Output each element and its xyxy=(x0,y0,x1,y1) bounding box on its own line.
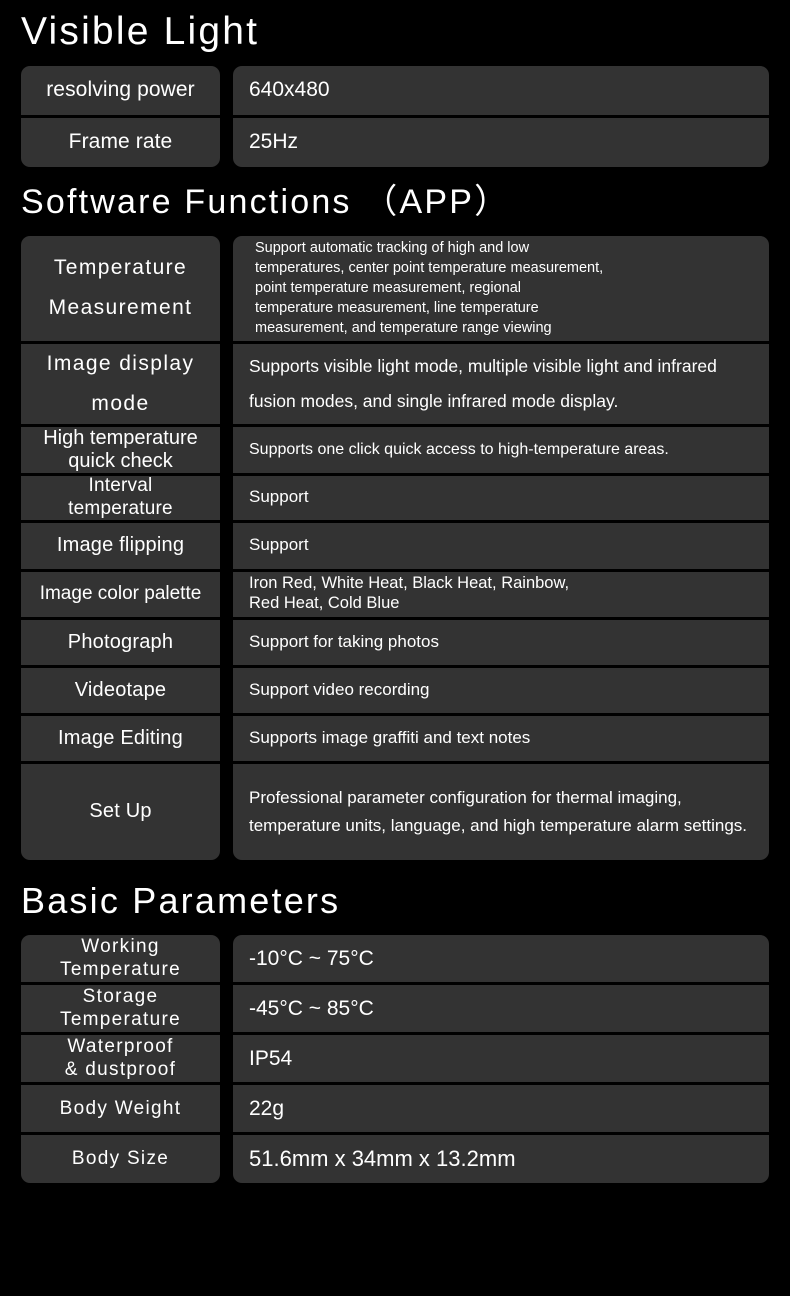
row-value-waterproof-dustproof: IP54 xyxy=(233,1035,769,1083)
value-text: -10°C ~ 75°C xyxy=(249,946,374,970)
spec-sheet-page: Visible Light resolving power 640x480 Fr… xyxy=(0,0,790,1296)
row-label-interval-temperature: Interval temperature xyxy=(21,475,220,520)
value-text: 640x480 xyxy=(249,78,330,102)
value-text: 51.6mm x 34mm x 13.2mm xyxy=(249,1146,516,1172)
label-text: Frame rate xyxy=(68,130,173,154)
row-label-image-flipping: Image flipping xyxy=(21,522,220,569)
label-text: Videotape xyxy=(74,678,167,701)
label-text: Body Size xyxy=(71,1148,170,1170)
label-text: Interval temperature xyxy=(68,475,173,519)
label-text: Image flipping xyxy=(56,534,185,557)
label-text: Image color palette xyxy=(39,583,202,605)
row-label-body-size: Body Size xyxy=(21,1135,220,1184)
table-row: Interval temperature Support xyxy=(21,475,769,520)
row-value-resolving-power: 640x480 xyxy=(233,65,769,115)
table-row: Set Up Professional parameter configurat… xyxy=(21,763,769,860)
row-label-videotape: Videotape xyxy=(21,667,220,713)
row-label-resolving-power: resolving power xyxy=(21,65,220,115)
table-row: Storage Temperature -45°C ~ 85°C xyxy=(21,985,769,1033)
table-row: Body Weight 22g xyxy=(21,1085,769,1133)
row-label-photograph: Photograph xyxy=(21,619,220,665)
section-software-functions: Software Functions （APP） Temperature Mea… xyxy=(0,167,790,860)
label-text: Waterproof & dustproof xyxy=(64,1036,177,1080)
row-value-body-weight: 22g xyxy=(233,1085,769,1133)
value-text: Professional parameter configuration for… xyxy=(249,788,748,835)
label-text: Temperature Measurement xyxy=(48,256,193,320)
table-row: Waterproof & dustproof IP54 xyxy=(21,1035,769,1083)
section-visible-light: Visible Light resolving power 640x480 Fr… xyxy=(0,0,790,167)
row-value-body-size: 51.6mm x 34mm x 13.2mm xyxy=(233,1135,769,1184)
value-text: Supports image graffiti and text notes xyxy=(249,727,531,747)
label-text: Body Weight xyxy=(59,1097,182,1119)
section-basic-parameters: Basic Parameters Working Temperature -10… xyxy=(0,860,790,1184)
value-text: 22g xyxy=(249,1096,285,1120)
row-label-frame-rate: Frame rate xyxy=(21,117,220,167)
label-text: Storage Temperature xyxy=(60,986,181,1030)
value-text: IP54 xyxy=(249,1046,293,1070)
row-value-frame-rate: 25Hz xyxy=(233,117,769,167)
row-value-image-flipping: Support xyxy=(233,522,769,569)
label-text: Photograph xyxy=(67,630,174,653)
software-functions-table: Temperature Measurement Support automati… xyxy=(21,235,769,860)
row-label-working-temperature: Working Temperature xyxy=(21,935,220,983)
page-title-basic-parameters: Basic Parameters xyxy=(21,879,341,921)
table-row: Temperature Measurement Support automati… xyxy=(21,235,769,341)
table-row: Videotape Support video recording xyxy=(21,667,769,713)
value-text: 25Hz xyxy=(249,130,299,154)
row-label-image-display-mode: Image display mode xyxy=(21,343,220,424)
page-title-software-functions: Software Functions （APP） xyxy=(21,182,511,221)
table-row: Image flipping Support xyxy=(21,522,769,569)
row-value-set-up: Professional parameter configuration for… xyxy=(233,763,769,860)
row-value-image-color-palette: Iron Red, White Heat, Black Heat, Rainbo… xyxy=(233,571,769,617)
row-label-image-color-palette: Image color palette xyxy=(21,571,220,617)
label-text: Set Up xyxy=(89,800,152,823)
row-label-set-up: Set Up xyxy=(21,763,220,860)
table-row: Image Editing Supports image graffiti an… xyxy=(21,715,769,761)
value-text: Support xyxy=(249,535,309,555)
label-text: Image display mode xyxy=(46,351,195,415)
table-row: Working Temperature -10°C ~ 75°C xyxy=(21,935,769,983)
row-label-storage-temperature: Storage Temperature xyxy=(21,985,220,1033)
value-text: -45°C ~ 85°C xyxy=(249,996,374,1020)
row-label-image-editing: Image Editing xyxy=(21,715,220,761)
label-text: resolving power xyxy=(46,78,195,102)
table-row: Frame rate 25Hz xyxy=(21,117,769,167)
row-label-waterproof-dustproof: Waterproof & dustproof xyxy=(21,1035,220,1083)
table-row: Body Size 51.6mm x 34mm x 13.2mm xyxy=(21,1135,769,1184)
value-text: Support video recording xyxy=(249,679,430,699)
row-value-interval-temperature: Support xyxy=(233,475,769,520)
row-value-photograph: Support for taking photos xyxy=(233,619,769,665)
label-text: Working Temperature xyxy=(60,936,181,980)
table-row: Image display mode Supports visible ligh… xyxy=(21,343,769,424)
value-text: Iron Red, White Heat, Black Heat, Rainbo… xyxy=(249,574,570,613)
row-value-high-temperature-quick-check: Supports one click quick access to high-… xyxy=(233,426,769,473)
basic-parameters-table: Working Temperature -10°C ~ 75°C Storage… xyxy=(21,935,769,1184)
row-value-temperature-measurement: Support automatic tracking of high and l… xyxy=(233,235,769,341)
row-value-videotape: Support video recording xyxy=(233,667,769,713)
value-text: Support automatic tracking of high and l… xyxy=(255,240,604,337)
label-text: Image Editing xyxy=(58,726,183,749)
value-text: Supports one click quick access to high-… xyxy=(249,440,669,458)
table-row: Image color palette Iron Red, White Heat… xyxy=(21,571,769,617)
row-label-temperature-measurement: Temperature Measurement xyxy=(21,235,220,341)
visible-light-table: resolving power 640x480 Frame rate 25Hz xyxy=(21,65,769,167)
value-text: Support xyxy=(249,487,309,507)
table-row: resolving power 640x480 xyxy=(21,65,769,115)
row-label-high-temperature-quick-check: High temperature quick check xyxy=(21,426,220,473)
row-value-image-display-mode: Supports visible light mode, multiple vi… xyxy=(233,343,769,424)
table-row: Photograph Support for taking photos xyxy=(21,619,769,665)
row-label-body-weight: Body Weight xyxy=(21,1085,220,1133)
page-title-visible-light: Visible Light xyxy=(21,10,260,53)
row-value-working-temperature: -10°C ~ 75°C xyxy=(233,935,769,983)
value-text: Supports visible light mode, multiple vi… xyxy=(249,355,717,411)
table-row: High temperature quick check Supports on… xyxy=(21,426,769,473)
row-value-image-editing: Supports image graffiti and text notes xyxy=(233,715,769,761)
value-text: Support for taking photos xyxy=(249,631,439,651)
row-value-storage-temperature: -45°C ~ 85°C xyxy=(233,985,769,1033)
label-text: High temperature quick check xyxy=(43,426,198,472)
